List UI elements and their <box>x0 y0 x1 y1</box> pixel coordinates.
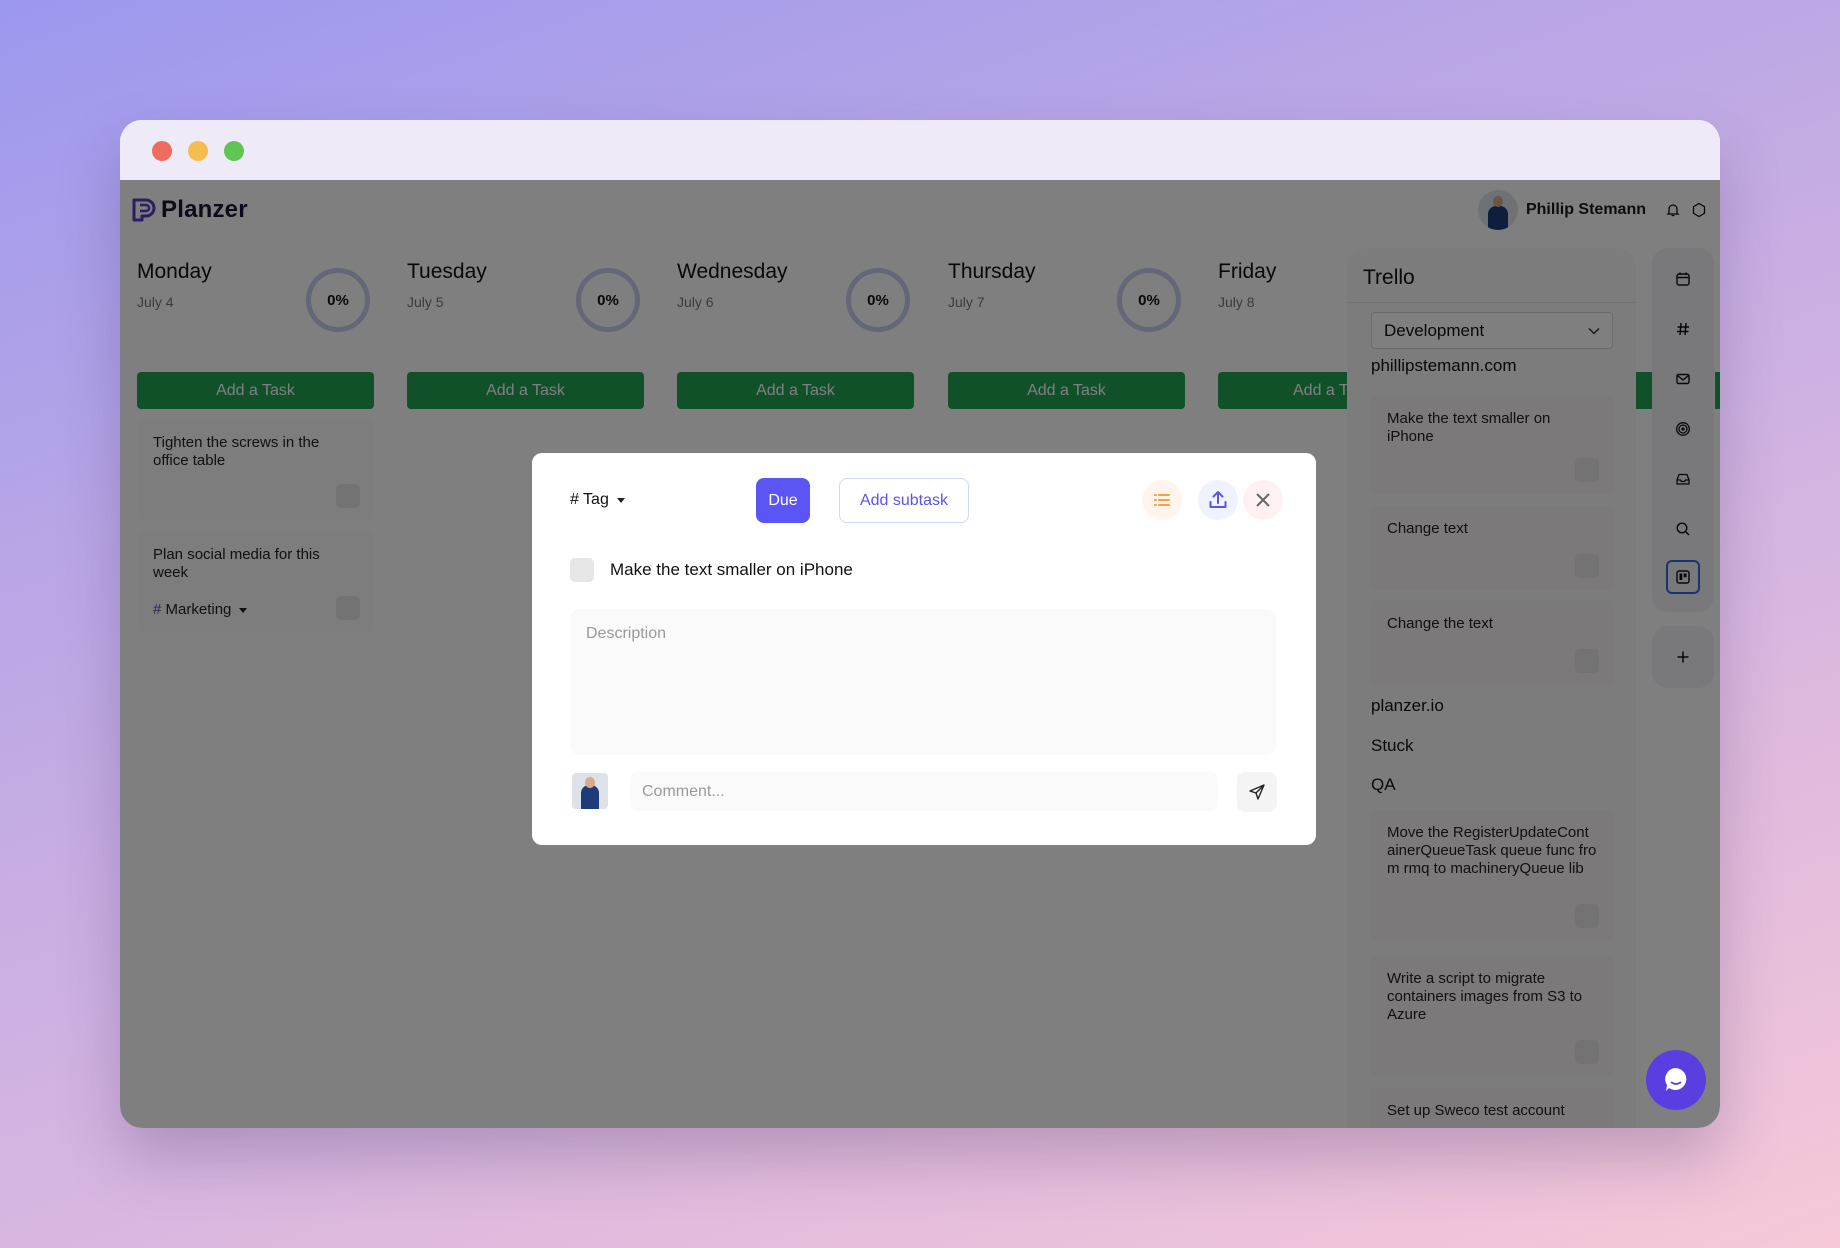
share-button[interactable] <box>1198 480 1238 520</box>
task-title[interactable]: Make the text smaller on iPhone <box>610 560 853 580</box>
list-icon <box>1154 494 1170 506</box>
chat-bubble-icon <box>1665 1068 1687 1091</box>
task-detail-modal: # Tag Due Add subtask Make the text smal… <box>532 453 1316 845</box>
tag-dropdown-label: # Tag <box>570 491 609 508</box>
comment-avatar <box>572 773 608 809</box>
upload-icon <box>1209 491 1227 508</box>
titlebar <box>120 120 1720 180</box>
send-icon <box>1249 784 1265 800</box>
chat-support-button[interactable] <box>1646 1050 1706 1110</box>
description-input[interactable] <box>570 609 1276 755</box>
due-button[interactable]: Due <box>756 478 810 523</box>
minimize-window-button[interactable] <box>188 141 208 161</box>
add-subtask-button[interactable]: Add subtask <box>839 478 969 523</box>
close-icon <box>1256 493 1270 507</box>
close-modal-button[interactable] <box>1243 480 1283 520</box>
send-comment-button[interactable] <box>1237 772 1277 812</box>
tag-dropdown[interactable]: # Tag <box>570 491 625 509</box>
task-complete-checkbox[interactable] <box>570 558 594 582</box>
close-window-button[interactable] <box>152 141 172 161</box>
list-button[interactable] <box>1142 480 1182 520</box>
caret-down-icon <box>616 497 625 503</box>
maximize-window-button[interactable] <box>224 141 244 161</box>
comment-input[interactable] <box>630 772 1218 811</box>
